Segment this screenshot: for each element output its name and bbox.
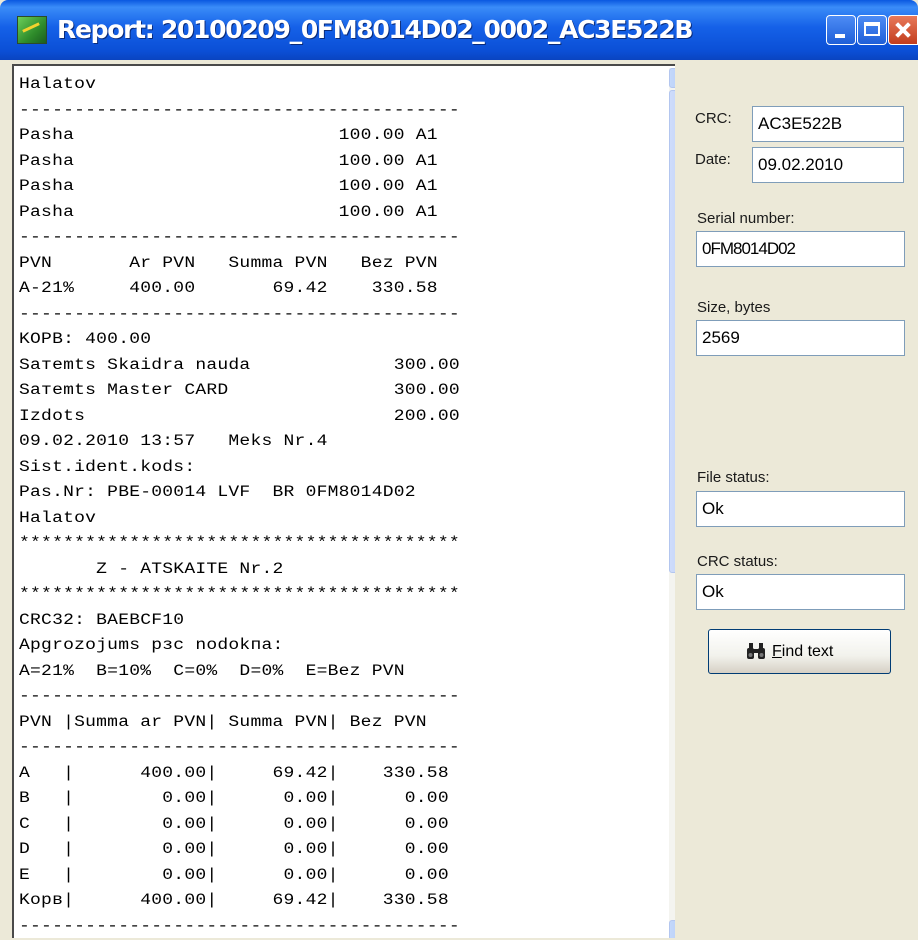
find-text-rest: ind text (781, 643, 834, 660)
find-text-mnemonic: F (772, 643, 782, 660)
scroll-down-button[interactable] (669, 920, 675, 938)
report-line: CRC32: BAEBCF10 (19, 610, 185, 629)
report-line: E | 0.00| 0.00| 0.00 (19, 865, 449, 884)
file-status-label: File status: (697, 469, 770, 486)
scroll-thumb[interactable] (669, 90, 675, 573)
report-line: Pasha 100.00 A1 (19, 151, 438, 170)
find-text-label: Find text (772, 630, 833, 673)
crc-status-field[interactable]: Ok (696, 574, 905, 610)
report-line: Pasha 100.00 A1 (19, 126, 438, 144)
report-line: 09.02.2010 13:57 Мeks Nr.4 (19, 432, 328, 450)
report-line: Apgrozojums pзc nodokпa: (19, 636, 284, 654)
report-line: Pas.Nr: PBE-00014 LVF BR 0FM8014D02 (19, 483, 416, 501)
report-line: PVN |Summa ar PVN| Summa PVN| Bez PVN (19, 712, 427, 731)
report-text-area[interactable]: Halatov ---------------------------------… (12, 64, 675, 938)
report-window: Report: 20100209_0FM8014D02_0002_AC3E522… (0, 0, 918, 940)
date-field[interactable]: 09.02.2010 (752, 147, 904, 183)
report-line: B | 0.00| 0.00| 0.00 (19, 789, 449, 807)
report-line: A-21% 400.00 69.42 330.58 (19, 279, 438, 297)
report-line: Kopв| 400.00| 69.42| 330.58 (19, 891, 449, 909)
report-line: Saтemts Master CARD 300.00 (19, 381, 460, 399)
crc-field[interactable]: AC3E522B (752, 106, 904, 142)
report-line: D | 0.00| 0.00| 0.00 (19, 840, 449, 858)
report-line: C | 0.00| 0.00| 0.00 (19, 814, 449, 833)
report-line: Pasha 100.00 A1 (19, 177, 438, 195)
vertical-scrollbar[interactable] (669, 68, 675, 938)
crc-status-label: CRC status: (697, 553, 778, 570)
report-line: Halatov (19, 508, 97, 527)
report-line: **************************************** (19, 585, 460, 603)
report-line: Halatov (19, 75, 97, 93)
minimize-button[interactable] (826, 15, 856, 45)
window-title: Report: 20100209_0FM8014D02_0002_AC3E522… (57, 15, 693, 44)
report-line: Saтemts Skaidra nauda 300.00 (19, 355, 460, 374)
binoculars-icon (747, 643, 765, 659)
report-line: ---------------------------------------- (19, 916, 460, 935)
date-label: Date: (695, 151, 731, 168)
minimize-icon (835, 34, 845, 38)
serial-number-label: Serial number: (697, 210, 795, 227)
find-text-button[interactable]: Find text (708, 629, 891, 674)
title-bar[interactable]: Report: 20100209_0FM8014D02_0002_AC3E522… (0, 0, 918, 60)
maximize-icon (864, 22, 880, 36)
report-line: Sist.ident.kods: (19, 457, 196, 476)
report-line: A | 400.00| 69.42| 330.58 (19, 763, 449, 782)
report-line: ---------------------------------------- (19, 687, 460, 705)
report-line: A=21% B=10% C=0% D=0% E=Bez PVN (19, 661, 405, 680)
report-line: ---------------------------------------- (19, 228, 460, 246)
size-label: Size, bytes (697, 299, 771, 316)
scroll-up-button[interactable] (669, 68, 675, 88)
close-icon (889, 16, 917, 44)
maximize-button[interactable] (857, 15, 887, 45)
size-field[interactable]: 2569 (696, 320, 905, 356)
report-line: **************************************** (19, 534, 460, 552)
report-line: ---------------------------------------- (19, 100, 460, 119)
report-line: KOPB: 400.00 (19, 330, 152, 348)
report-line: Izdots 200.00 (19, 406, 460, 425)
report-line: ---------------------------------------- (19, 738, 460, 756)
report-line: Pasha 100.00 A1 (19, 202, 438, 221)
report-line: Z - ATSKAITE Nr.2 (19, 559, 284, 578)
crc-label: CRC: (695, 110, 732, 127)
report-app-icon[interactable] (17, 16, 47, 44)
report-line: ---------------------------------------- (19, 304, 460, 323)
report-lines: Halatov ---------------------------------… (19, 72, 460, 938)
serial-number-field[interactable]: 0FM8014D02 (696, 231, 905, 267)
report-line: PVN Ar PVN Summa PVN Bez PVN (19, 253, 438, 272)
file-status-field[interactable]: Ok (696, 491, 905, 527)
close-button[interactable] (888, 15, 918, 45)
